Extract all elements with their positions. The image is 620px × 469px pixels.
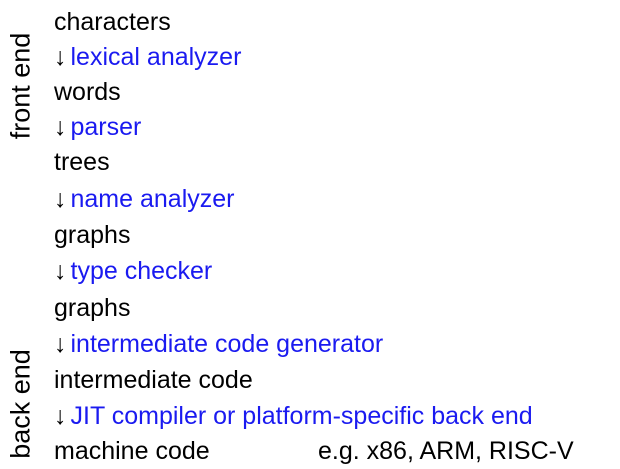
machine-code-example: e.g. x86, ARM, RISC-V <box>318 437 574 465</box>
data-label: words <box>54 78 121 106</box>
stage-label: name analyzer <box>70 185 235 213</box>
data-trees: trees <box>54 144 110 180</box>
stage-label: JIT compiler or platform-specific back e… <box>70 402 533 430</box>
down-arrow-icon: ↓ <box>54 113 67 141</box>
back-end-label: back end <box>5 349 36 459</box>
down-arrow-icon: ↓ <box>54 185 67 213</box>
stage-label: parser <box>70 113 142 141</box>
data-label: trees <box>54 148 110 176</box>
data-graphs-2: graphs <box>54 290 130 326</box>
data-graphs-1: graphs <box>54 217 130 253</box>
data-label: characters <box>54 8 171 36</box>
data-label: graphs <box>54 221 131 249</box>
down-arrow-icon: ↓ <box>54 402 67 430</box>
data-label: graphs <box>54 294 131 322</box>
data-label: intermediate code <box>54 366 253 394</box>
stage-name-analyzer: ↓ name analyzer <box>54 181 234 217</box>
data-label: machine code <box>54 437 210 465</box>
stage-parser: ↓ parser <box>54 109 141 145</box>
stage-type-checker: ↓ type checker <box>54 253 212 289</box>
data-words: words <box>54 74 121 110</box>
stage-label: intermediate code generator <box>70 330 384 358</box>
stage-jit-compiler: ↓ JIT compiler or platform-specific back … <box>54 398 533 434</box>
stage-label: lexical analyzer <box>70 43 242 71</box>
down-arrow-icon: ↓ <box>54 330 67 358</box>
down-arrow-icon: ↓ <box>54 43 67 71</box>
data-intermediate-code: intermediate code <box>54 362 253 398</box>
down-arrow-icon: ↓ <box>54 257 67 285</box>
stage-label: type checker <box>70 257 213 285</box>
stage-lexical-analyzer: ↓ lexical analyzer <box>54 39 241 75</box>
data-characters: characters <box>54 4 171 40</box>
data-machine-code: machine code e.g. x86, ARM, RISC-V <box>54 433 614 469</box>
front-end-label: front end <box>5 32 36 140</box>
stage-intermediate-code-generator: ↓ intermediate code generator <box>54 326 383 362</box>
